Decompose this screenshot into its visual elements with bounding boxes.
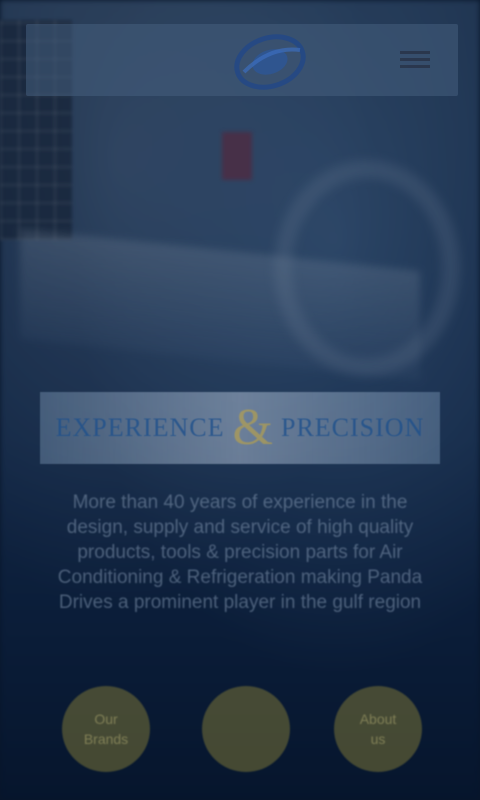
- button-label-line: Brands: [83, 731, 129, 747]
- tagline-banner: EXPERIENCE & PRECISION: [40, 392, 440, 464]
- button-label-line: About: [359, 711, 397, 727]
- center-circle-button[interactable]: [202, 686, 290, 772]
- company-logo[interactable]: [222, 26, 318, 94]
- button-label-line: Our: [94, 711, 118, 727]
- button-label: About us: [360, 709, 397, 749]
- our-brands-button[interactable]: Our Brands: [62, 686, 150, 772]
- about-us-button[interactable]: About us: [334, 686, 422, 772]
- button-label: Our Brands: [84, 709, 128, 749]
- tagline-word-left: EXPERIENCE: [55, 413, 225, 442]
- tagline-ampersand: &: [232, 399, 273, 456]
- menu-bar: [400, 65, 430, 68]
- hamburger-menu-icon[interactable]: [400, 51, 430, 71]
- menu-bar: [400, 51, 430, 54]
- site-header: [26, 24, 458, 96]
- tagline-word-right: PRECISION: [280, 413, 425, 442]
- button-label-line: us: [370, 731, 386, 747]
- hero-description: More than 40 years of experience in the …: [57, 492, 423, 613]
- menu-bar: [400, 58, 430, 61]
- logo-icon: [234, 34, 306, 90]
